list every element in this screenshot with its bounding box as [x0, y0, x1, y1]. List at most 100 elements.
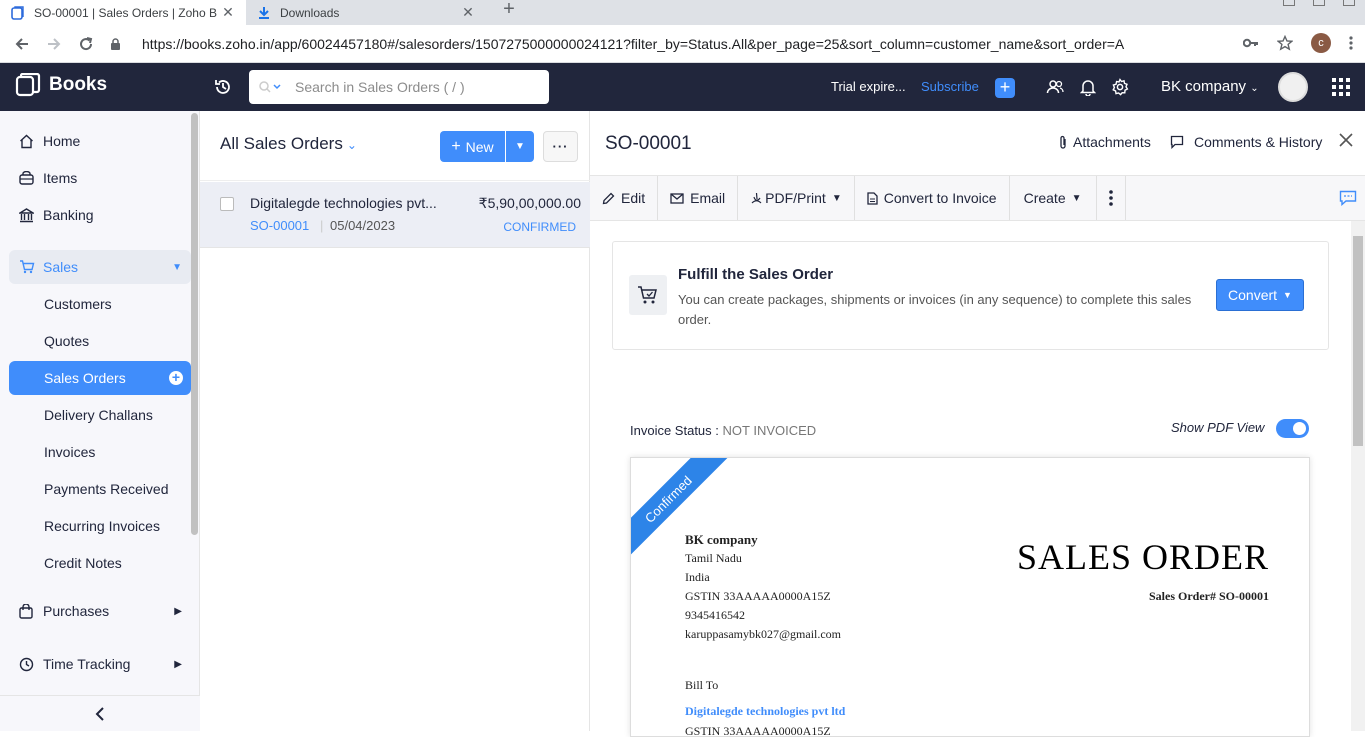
basket-icon	[19, 171, 35, 185]
sidebar-item-recurring-invoices[interactable]: Recurring Invoices	[9, 509, 191, 543]
browser-tab-downloads[interactable]: Downloads ✕	[246, 0, 486, 25]
books-logo-icon	[15, 73, 41, 97]
attachments-button[interactable]: Attachments	[1059, 134, 1151, 150]
show-pdf-view-toggle[interactable]	[1276, 419, 1309, 438]
create-button[interactable]: Create ▼	[1010, 176, 1097, 220]
search-input[interactable]: Search in Sales Orders ( / )	[249, 70, 549, 104]
app-grid-icon[interactable]	[1332, 78, 1350, 96]
add-sales-order-icon[interactable]: +	[169, 370, 183, 385]
reload-icon[interactable]	[75, 33, 97, 55]
org-switcher[interactable]: BK company ⌄	[1161, 78, 1259, 95]
ellipsis-icon: ···	[552, 139, 569, 154]
close-window-icon[interactable]	[1343, 0, 1355, 6]
more-actions-button[interactable]	[1097, 176, 1126, 220]
sidebar-item-home[interactable]: Home	[9, 124, 191, 158]
more-options-button[interactable]: ···	[543, 131, 578, 162]
attachments-label: Attachments	[1073, 134, 1151, 150]
page-title: SO-00001	[605, 133, 692, 154]
new-sales-order-button[interactable]: + New	[440, 131, 505, 162]
sidebar-item-label: Customers	[44, 296, 112, 312]
forward-arrow-icon[interactable]	[43, 33, 65, 55]
browser-tab-title: SO-00001 | Sales Orders | Zoho B	[34, 5, 217, 20]
convert-to-invoice-button[interactable]: Convert to Invoice	[855, 176, 1010, 220]
chat-icon[interactable]	[1339, 190, 1357, 206]
sidebar-item-sales[interactable]: Sales ▼	[9, 250, 191, 284]
sidebar-item-credit-notes[interactable]: Credit Notes	[9, 546, 191, 580]
key-icon[interactable]	[1243, 38, 1259, 48]
org-name: BK company	[1161, 78, 1247, 95]
bill-to-name[interactable]: Digitalegde technologies pvt ltd	[685, 704, 845, 719]
browser-menu-icon[interactable]	[1349, 36, 1353, 50]
fulfill-description: You can create packages, shipments or in…	[678, 292, 1192, 327]
list-item[interactable]: Digitalegde technologies pvt... ₹5,90,00…	[200, 182, 590, 248]
pencil-icon	[602, 192, 615, 205]
sidebar-item-banking[interactable]: Banking	[9, 198, 191, 232]
close-icon[interactable]	[1339, 133, 1353, 147]
divider: |	[320, 218, 324, 233]
bell-icon[interactable]	[1080, 78, 1096, 96]
customer-name: Digitalegde technologies pvt...	[250, 195, 437, 211]
org-name: BK company	[685, 532, 758, 547]
sidebar-item-delivery-challans[interactable]: Delivery Challans	[9, 398, 191, 432]
sidebar-item-payments-received[interactable]: Payments Received	[9, 472, 191, 506]
email-button[interactable]: Email	[658, 176, 739, 220]
back-arrow-icon[interactable]	[11, 33, 33, 55]
pdf-print-button[interactable]: PDF/Print ▼	[738, 176, 855, 220]
convert-button[interactable]: Convert ▼	[1216, 279, 1304, 311]
search-icon[interactable]	[259, 81, 281, 93]
star-icon[interactable]	[1277, 35, 1293, 51]
comments-history-button[interactable]: Comments & History	[1170, 134, 1322, 150]
sidebar-item-label: Banking	[43, 207, 94, 223]
fulfill-heading: Fulfill the Sales Order	[678, 266, 834, 283]
browser-tab-sales-order[interactable]: SO-00001 | Sales Orders | Zoho B ✕	[0, 0, 246, 25]
new-dropdown-button[interactable]: ▼	[506, 131, 534, 162]
paperclip-icon	[1059, 135, 1067, 150]
show-pdf-view-label: Show PDF View	[1171, 420, 1265, 435]
gear-icon[interactable]	[1111, 78, 1129, 96]
sidebar-scrollbar[interactable]	[191, 113, 198, 535]
sidebar-item-label: Quotes	[44, 333, 90, 349]
document-number: Sales Order# SO-00001	[1149, 589, 1269, 603]
bill-to-label: Bill To	[685, 678, 719, 692]
minimize-icon[interactable]	[1283, 0, 1295, 6]
fulfill-banner: Fulfill the Sales Order You can create p…	[612, 241, 1329, 350]
users-icon[interactable]	[1046, 78, 1064, 96]
sidebar-item-invoices[interactable]: Invoices	[9, 435, 191, 469]
collapse-sidebar-button[interactable]	[0, 695, 200, 731]
cart-icon	[629, 275, 667, 315]
restore-icon[interactable]	[1313, 0, 1325, 6]
close-tab-icon[interactable]: ✕	[460, 4, 476, 21]
books-logo[interactable]: Books	[15, 73, 107, 97]
url-field[interactable]: https://books.zoho.in/app/60024457180#/s…	[110, 30, 1290, 58]
sidebar-item-label: Invoices	[44, 444, 96, 460]
list-title: All Sales Orders	[220, 134, 343, 153]
new-label: New	[465, 138, 494, 155]
sidebar-item-purchases[interactable]: Purchases ▶	[9, 594, 191, 628]
comment-icon	[1170, 135, 1184, 149]
list-view-selector[interactable]: All Sales Orders ⌄	[220, 134, 357, 154]
sidebar-item-label: Sales	[43, 259, 79, 275]
order-amount: ₹5,90,00,000.00	[478, 195, 581, 211]
search-placeholder: Search in Sales Orders ( / )	[295, 79, 465, 95]
sidebar-item-customers[interactable]: Customers	[9, 287, 191, 321]
close-tab-icon[interactable]: ✕	[220, 4, 236, 21]
plus-icon: +	[451, 137, 461, 155]
quick-create-button[interactable]: +	[995, 78, 1015, 98]
detail-toolbar: Edit Email PDF/Print ▼ Convert to Invoic…	[590, 175, 1365, 221]
subscribe-link[interactable]: Subscribe	[921, 79, 979, 94]
browser-tabbar: SO-00001 | Sales Orders | Zoho B ✕ Downl…	[0, 0, 1365, 25]
detail-scrollbar[interactable]	[1353, 236, 1363, 446]
new-tab-button[interactable]: +	[498, 0, 520, 20]
sidebar-item-sales-orders[interactable]: Sales Orders +	[9, 361, 191, 395]
edit-button[interactable]: Edit	[590, 176, 659, 220]
row-checkbox[interactable]	[220, 197, 234, 211]
envelope-icon	[670, 192, 684, 204]
sidebar-item-items[interactable]: Items	[9, 161, 191, 195]
profile-avatar[interactable]: c	[1311, 33, 1331, 53]
sidebar-item-time-tracking[interactable]: Time Tracking ▶	[9, 647, 191, 681]
sidebar-item-quotes[interactable]: Quotes	[9, 324, 191, 358]
zoho-books-icon	[10, 5, 26, 21]
recent-activity-icon[interactable]	[213, 77, 233, 97]
user-avatar[interactable]	[1278, 72, 1308, 102]
list-header: All Sales Orders ⌄ + New ▼ ···	[200, 111, 590, 181]
